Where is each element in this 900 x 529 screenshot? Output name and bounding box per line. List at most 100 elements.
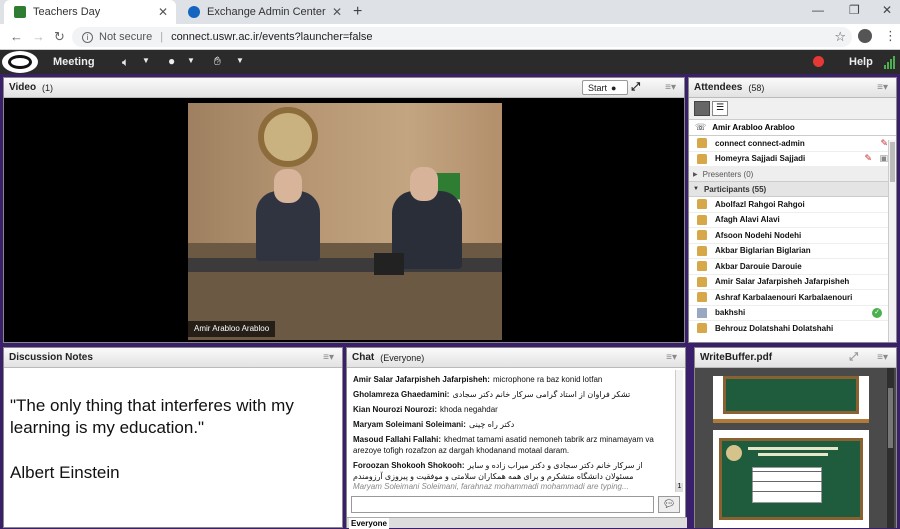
connection-signal-icon bbox=[884, 55, 898, 69]
chat-audience: (Everyone) bbox=[380, 352, 425, 363]
pdf-title: WriteBuffer.pdf bbox=[700, 352, 773, 363]
attendee-row[interactable]: Afagh Alavi Alavi bbox=[689, 213, 896, 228]
notes-quote: "The only thing that interferes with my … bbox=[10, 396, 294, 437]
fullscreen-icon[interactable]: ⤢ bbox=[631, 81, 640, 94]
user-lock-icon bbox=[697, 153, 707, 164]
notes-author: Albert Einstein bbox=[10, 463, 120, 482]
browser-menu-icon[interactable]: ⋮ bbox=[884, 28, 897, 44]
speaker-icon[interactable]: 🔈︎ bbox=[122, 55, 129, 70]
chat-tab-everyone[interactable]: Everyone bbox=[349, 518, 389, 529]
user-lock-icon bbox=[697, 214, 707, 225]
notes-body[interactable]: "The only thing that interferes with my … bbox=[4, 368, 342, 484]
attendees-pod-header: Attendees (58) ≡▾ bbox=[689, 78, 896, 98]
presenters-group[interactable]: ▶ Presenters (0) bbox=[689, 167, 896, 182]
meeting-menu[interactable]: Meeting bbox=[53, 56, 95, 68]
close-tab-icon[interactable]: ✕ bbox=[332, 5, 342, 19]
attendee-name: Behrouz Dolatshahi Dolatshahi bbox=[715, 323, 834, 333]
browser-tab-strip: Teachers Day ✕ Exchange Admin Center ✕ +… bbox=[0, 0, 900, 24]
chat-pod: Chat (Everyone) ≡▾ Amir Salar Jafarpishe… bbox=[346, 347, 687, 529]
attendee-row[interactable]: Abolfazl Rahgoi Rahgoi bbox=[689, 197, 896, 213]
back-icon[interactable]: ← bbox=[10, 29, 23, 44]
start-webcam-button[interactable]: Start ● bbox=[582, 80, 628, 95]
mobile-device-icon bbox=[697, 307, 707, 318]
tab-exchange-admin[interactable]: Exchange Admin Center ✕ bbox=[178, 0, 350, 24]
forward-icon[interactable]: → bbox=[32, 29, 45, 44]
chat-scrollbar[interactable]: 1 bbox=[675, 370, 683, 492]
pod-menu-icon[interactable]: ≡▾ bbox=[665, 82, 676, 93]
tab-title: Teachers Day bbox=[33, 6, 101, 18]
tab-teachers-day[interactable]: Teachers Day ✕ bbox=[4, 0, 176, 24]
emblem bbox=[258, 107, 318, 167]
webcam-icon[interactable]: ● bbox=[168, 54, 175, 68]
video-stage: Amir Arabloo Arabloo bbox=[4, 98, 684, 342]
user-lock-icon bbox=[697, 199, 707, 210]
close-tab-icon[interactable]: ✕ bbox=[158, 5, 168, 19]
attendee-row[interactable]: Homeyra Sajjadi Sajjadi ✎ ▣ bbox=[689, 152, 896, 167]
participants-group[interactable]: ▼ Participants (55) bbox=[689, 182, 896, 197]
attendee-row[interactable]: Akbar Darouie Darouie bbox=[689, 259, 896, 275]
pdf-scrollbar[interactable] bbox=[887, 368, 894, 528]
speech-bubble-icon: 💬︎ bbox=[662, 499, 676, 510]
new-tab-icon[interactable]: + bbox=[353, 3, 362, 21]
close-window-icon[interactable]: ✕ bbox=[882, 3, 892, 17]
attendee-row[interactable]: Ashraf Karbalaenouri Karbalaenouri bbox=[689, 290, 896, 306]
chat-message: Masoud Fallahi Fallahi: khedmat tamami as… bbox=[347, 434, 677, 456]
chat-message: Amir Salar Jafarpisheh Jafarpisheh: micro… bbox=[347, 374, 677, 385]
attendee-name: connect connect-admin bbox=[715, 138, 805, 148]
minimize-icon[interactable]: — bbox=[812, 3, 824, 17]
attendee-name: Abolfazl Rahgoi Rahgoi bbox=[715, 199, 805, 209]
raise-hand-icon[interactable]: ✋︎ bbox=[214, 54, 221, 69]
chat-message-list: Amir Salar Jafarpisheh Jafarpisheh: micro… bbox=[347, 374, 677, 482]
chevron-down-icon[interactable]: ▼ bbox=[142, 56, 150, 65]
pod-menu-icon[interactable]: ≡▾ bbox=[877, 352, 888, 363]
attendee-row[interactable]: Akbar Biglarian Biglarian bbox=[689, 244, 896, 259]
attendees-pod: Attendees (58) ≡▾ ☰ ☏ Amir Arabloo Arabl… bbox=[688, 77, 897, 343]
reload-icon[interactable]: ↻ bbox=[54, 29, 65, 45]
notes-title: Discussion Notes bbox=[9, 352, 93, 363]
chat-message: Kian Nourozi Nourozi: khoda negahdar bbox=[347, 404, 677, 415]
attendee-row[interactable]: Afsoon Nodehi Nodehi bbox=[689, 228, 896, 244]
profile-avatar-icon[interactable] bbox=[858, 29, 872, 43]
breakout-view-icon[interactable]: ☰ bbox=[712, 101, 728, 116]
attendee-name: Afagh Alavi Alavi bbox=[715, 215, 780, 225]
chat-sender: Gholamreza Ghaedamini: bbox=[353, 390, 450, 399]
attendee-name: Afsoon Nodehi Nodehi bbox=[715, 230, 802, 240]
agree-status-icon: ✓ bbox=[872, 307, 882, 318]
typing-indicator: Maryam Soleimani Soleimani, farahnaz moh… bbox=[353, 482, 629, 491]
pod-menu-icon[interactable]: ≡▾ bbox=[877, 82, 888, 93]
help-menu[interactable]: Help bbox=[849, 56, 873, 68]
chevron-down-icon[interactable]: ▼ bbox=[187, 56, 195, 65]
chat-input[interactable] bbox=[351, 496, 654, 513]
pod-menu-icon[interactable]: ≡▾ bbox=[666, 352, 677, 363]
bookmark-star-icon[interactable]: ☆ bbox=[834, 29, 846, 45]
pdf-viewer bbox=[695, 368, 896, 528]
attendee-row[interactable]: Amir Salar Jafarpisheh Jafarpisheh bbox=[689, 275, 896, 290]
attendee-row[interactable]: connect connect-admin ✎ bbox=[689, 136, 896, 152]
mic-icon: ✎ bbox=[880, 137, 888, 148]
chevron-right-icon: ▶ bbox=[693, 171, 698, 178]
recording-icon[interactable] bbox=[813, 56, 824, 67]
chat-message: Maryam Soleimani Soleimani: دکتر راه چینی bbox=[347, 419, 677, 430]
fullscreen-icon[interactable]: ⤢ bbox=[849, 351, 858, 364]
user-lock-icon bbox=[697, 261, 707, 272]
url-bar[interactable]: i Not secure | connect.uswr.ac.ir/events… bbox=[72, 27, 852, 47]
tab-title: Exchange Admin Center bbox=[207, 6, 326, 18]
send-message-button[interactable]: 💬︎ bbox=[658, 496, 680, 513]
attendee-row[interactable]: bakhshi ✓ bbox=[689, 306, 896, 321]
connect-toolbar: Meeting 🔈︎ ▼ ● ▼ ✋︎ ▼ Help bbox=[0, 50, 900, 74]
monitor bbox=[374, 253, 404, 275]
attendee-name: Ashraf Karbalaenouri Karbalaenouri bbox=[715, 292, 853, 302]
pod-menu-icon[interactable]: ≡▾ bbox=[323, 352, 334, 363]
attendee-name: Amir Salar Jafarpisheh Jafarpisheh bbox=[715, 277, 850, 287]
chevron-down-icon[interactable]: ▼ bbox=[236, 56, 244, 65]
info-icon[interactable]: i bbox=[82, 31, 93, 43]
list-view-icon[interactable] bbox=[694, 101, 710, 116]
attendee-row[interactable]: Behrouz Dolatshahi Dolatshahi bbox=[689, 321, 896, 334]
attendees-title: Attendees bbox=[694, 82, 743, 93]
host-row[interactable]: ☏ Amir Arabloo Arabloo bbox=[689, 120, 896, 135]
site-favicon-icon bbox=[14, 6, 26, 18]
restore-icon[interactable]: ❐ bbox=[849, 3, 860, 17]
chat-sender: Amir Salar Jafarpisheh Jafarpisheh: bbox=[353, 375, 490, 384]
video-pod: Video (1) Start ● ⤢ ≡▾ Amir Arabloo Arab… bbox=[3, 77, 685, 343]
attendees-scrollbar[interactable] bbox=[888, 140, 896, 342]
